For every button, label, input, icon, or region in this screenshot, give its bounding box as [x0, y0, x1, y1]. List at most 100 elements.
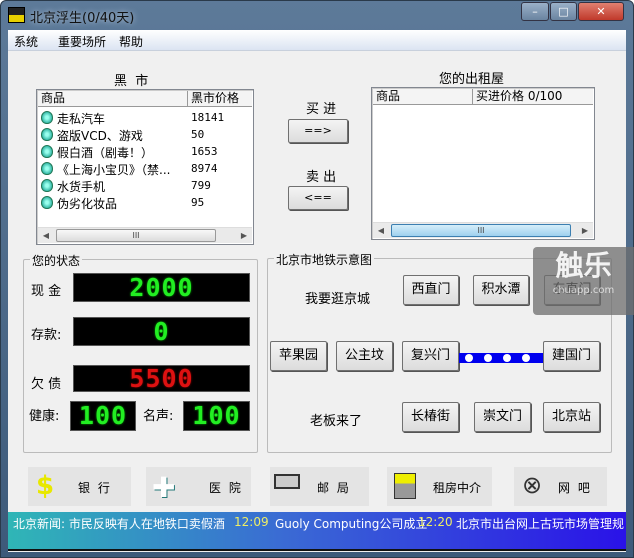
deposit-display: 0	[73, 317, 250, 346]
news-item: Guoly Computing公司成立	[275, 517, 428, 531]
station-pingguoyuan-button[interactable]: 苹果园	[270, 341, 327, 371]
menu-system[interactable]: 系统	[14, 33, 38, 50]
debt-label: 欠 债	[31, 377, 62, 392]
scroll-left-arrow[interactable]: ◀	[373, 223, 389, 238]
goods-price: 1653	[191, 145, 218, 158]
station-gongzhufen-button[interactable]: 公主坟	[336, 341, 393, 371]
station-jishuitan-button[interactable]: 积水潭	[473, 275, 529, 305]
goods-price: 799	[191, 179, 211, 192]
list-item[interactable]: 《上海小宝贝》（禁... 8974	[39, 160, 253, 177]
goods-name: 走私汽车	[57, 112, 106, 126]
list-item[interactable]: 水货手机 799	[39, 177, 253, 194]
goods-name: 盗版VCD、游戏	[57, 129, 143, 143]
goods-price: 95	[191, 196, 205, 209]
menu-bar: 系统 重要场所 帮助	[8, 30, 626, 51]
black-market-title: 黑 市	[114, 74, 149, 89]
buy-button[interactable]: ==>	[288, 119, 348, 143]
boss-coming-label[interactable]: 老板来了	[310, 410, 362, 429]
station-beijingzhan-button[interactable]: 北京站	[543, 402, 600, 432]
cash-label: 现 金	[31, 284, 62, 299]
goods-name: 假白酒（剧毒！）	[57, 146, 154, 160]
rental-title: 您的出租屋	[439, 72, 505, 87]
list-header: 商品 买进价格 0/100	[373, 89, 593, 105]
fame-label: 名声:	[143, 409, 174, 424]
dollar-icon: $	[36, 471, 55, 501]
post-office-label: 邮 局	[317, 481, 351, 495]
subway-map-title: 北京市地铁示意图	[274, 251, 375, 268]
news-item: 北京市出台网上古玩市场管理规	[456, 517, 625, 531]
health-display: 100	[70, 401, 136, 431]
hospital-button[interactable]: ✚ 医 院	[146, 467, 251, 506]
goods-icon	[41, 111, 53, 124]
list-item[interactable]: 盗版VCD、游戏 50	[39, 126, 253, 143]
post-office-button[interactable]: 邮 局	[270, 467, 369, 506]
rental-agency-label: 租房中介	[433, 481, 482, 495]
debt-display: 5500	[73, 365, 250, 392]
goods-name: 《上海小宝贝》（禁...	[57, 163, 171, 177]
goods-icon	[41, 162, 53, 175]
fame-display: 100	[183, 401, 250, 431]
buy-label: 买 进	[306, 102, 337, 117]
column-header-buy-price[interactable]: 买进价格 0/100	[473, 89, 593, 105]
scroll-right-arrow[interactable]: ▶	[236, 228, 252, 243]
app-icon	[8, 7, 25, 23]
goods-name: 水货手机	[57, 180, 106, 194]
goods-price: 8974	[191, 162, 218, 175]
internet-cafe-label: 网 吧	[558, 481, 592, 495]
medical-cross-icon: ✚	[152, 471, 176, 504]
horizontal-scrollbar[interactable]: ◀ III ▶	[38, 227, 252, 243]
goods-icon	[41, 196, 53, 209]
window-title: 北京浮生(0/40天)	[30, 11, 135, 26]
menu-places[interactable]: 重要场所	[58, 33, 106, 50]
deposit-label: 存款:	[31, 328, 62, 343]
bank-button[interactable]: $ 银 行	[28, 467, 131, 506]
news-time: 12:09	[234, 515, 269, 529]
list-item[interactable]: 假白酒（剧毒！） 1653	[39, 143, 253, 160]
black-market-list[interactable]: 商品 黑市价格 走私汽车 18141 盗版VCD、游戏 50 假白酒（剧毒！） 1653 《…	[36, 89, 254, 245]
subway-line	[459, 353, 543, 363]
list-item[interactable]: 走私汽车 18141	[39, 109, 253, 126]
list-header: 商品 黑市价格	[38, 91, 252, 107]
horizontal-scrollbar[interactable]: ◀ III ▶	[373, 222, 593, 238]
news-item: 北京新闻: 市民反映有人在地铁口卖假酒	[13, 517, 225, 531]
column-header-goods[interactable]: 商品	[373, 89, 473, 105]
title-bar: 北京浮生(0/40天) – □ ✕	[1, 1, 633, 29]
goods-icon	[41, 179, 53, 192]
goods-icon	[41, 128, 53, 141]
rental-list[interactable]: 商品 买进价格 0/100 ◀ III ▶	[371, 87, 595, 240]
goods-price: 50	[191, 128, 205, 141]
hospital-label: 医 院	[209, 481, 243, 495]
sell-label: 卖 出	[306, 170, 337, 185]
news-ticker: 北京新闻: 市民反映有人在地铁口卖假酒 12:09 Guoly Computin…	[8, 512, 626, 551]
close-button[interactable]: ✕	[578, 2, 624, 21]
bank-label: 银 行	[78, 481, 112, 495]
sell-button[interactable]: <==	[288, 186, 348, 210]
rental-agency-button[interactable]: 租房中介	[387, 467, 492, 506]
scroll-left-arrow[interactable]: ◀	[38, 228, 54, 243]
health-label: 健康:	[29, 409, 60, 424]
goods-name: 伪劣化妆品	[57, 197, 118, 211]
list-item[interactable]: 伪劣化妆品 95	[39, 194, 253, 211]
station-changchunjie-button[interactable]: 长椿街	[402, 402, 459, 432]
envelope-icon	[274, 474, 300, 489]
column-header-goods[interactable]: 商品	[38, 91, 188, 107]
goods-icon	[41, 145, 53, 158]
scroll-thumb[interactable]: III	[391, 224, 571, 237]
menu-help[interactable]: 帮助	[119, 33, 143, 50]
status-title: 您的状态	[30, 252, 83, 269]
column-header-price[interactable]: 黑市价格	[188, 91, 254, 107]
scroll-thumb[interactable]: III	[56, 229, 216, 242]
maximize-button[interactable]: □	[550, 2, 577, 21]
goods-price: 18141	[191, 111, 225, 124]
minimize-button[interactable]: –	[521, 2, 549, 21]
station-jianguomen-button[interactable]: 建国门	[543, 341, 600, 371]
internet-cafe-button[interactable]: ⊗ 网 吧	[514, 467, 607, 506]
scroll-right-arrow[interactable]: ▶	[577, 223, 593, 238]
cash-display: 2000	[73, 273, 250, 302]
station-chongwenmen-button[interactable]: 崇文门	[474, 402, 531, 432]
station-fuxingmen-button[interactable]: 复兴门	[402, 341, 459, 371]
station-xizhimen-button[interactable]: 西直门	[403, 275, 459, 305]
globe-crossed-icon: ⊗	[522, 471, 543, 499]
wander-city-label: 我要逛京城	[305, 292, 371, 307]
watermark-logo: 触乐 chuapp.com	[533, 247, 634, 315]
